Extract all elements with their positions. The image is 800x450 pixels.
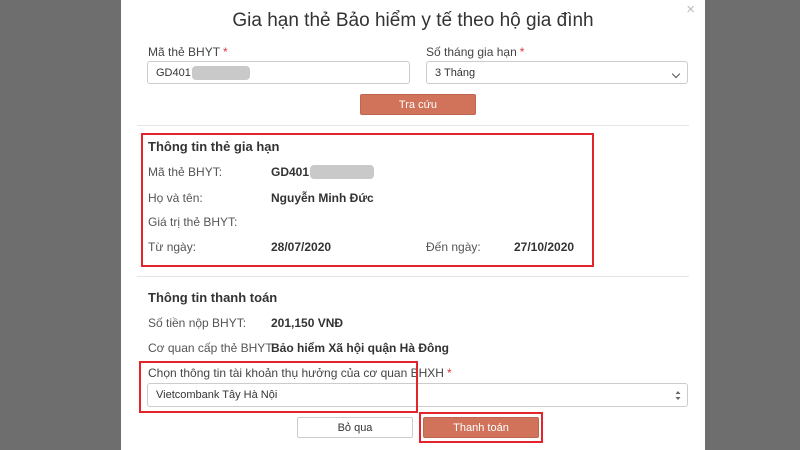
select-arrows-icon [675, 391, 681, 400]
card-number-input[interactable]: GD401 [147, 61, 410, 84]
divider [137, 276, 689, 277]
chevron-down-icon [671, 69, 681, 79]
highlight-pay-button [419, 412, 543, 443]
redacted-mask [191, 65, 250, 80]
payment-info-title: Thông tin thanh toán [148, 290, 278, 305]
required-mark: * [446, 366, 452, 380]
card-number-input-value: GD401 [156, 66, 191, 79]
required-mark: * [223, 45, 228, 59]
renewal-dialog: × Gia hạn thẻ Bảo hiểm y tế theo hộ gia … [121, 0, 705, 450]
months-label: Số tháng gia hạn * [426, 45, 524, 59]
skip-button[interactable]: Bỏ qua [297, 417, 413, 438]
highlight-account-select [139, 361, 418, 413]
card-number-label: Mã thẻ BHYT * [148, 45, 228, 59]
months-select[interactable]: 3 Tháng [426, 61, 688, 84]
months-label-text: Số tháng gia hạn [426, 45, 517, 59]
months-select-value: 3 Tháng [435, 66, 476, 79]
highlight-renewal-info [141, 133, 594, 267]
divider [137, 125, 689, 126]
amount-label: Số tiền nộp BHYT: [148, 316, 247, 330]
dialog-title: Gia hạn thẻ Bảo hiểm y tế theo hộ gia đì… [232, 10, 594, 31]
amount-value: 201,150 VNĐ [271, 316, 344, 330]
agency-value: Bảo hiểm Xã hội quận Hà Đông [271, 341, 450, 355]
required-mark: * [519, 45, 525, 59]
card-number-label-text: Mã thẻ BHYT [148, 45, 221, 59]
agency-label: Cơ quan cấp thẻ BHYT: [148, 341, 275, 355]
lookup-button[interactable]: Tra cứu [360, 94, 476, 115]
